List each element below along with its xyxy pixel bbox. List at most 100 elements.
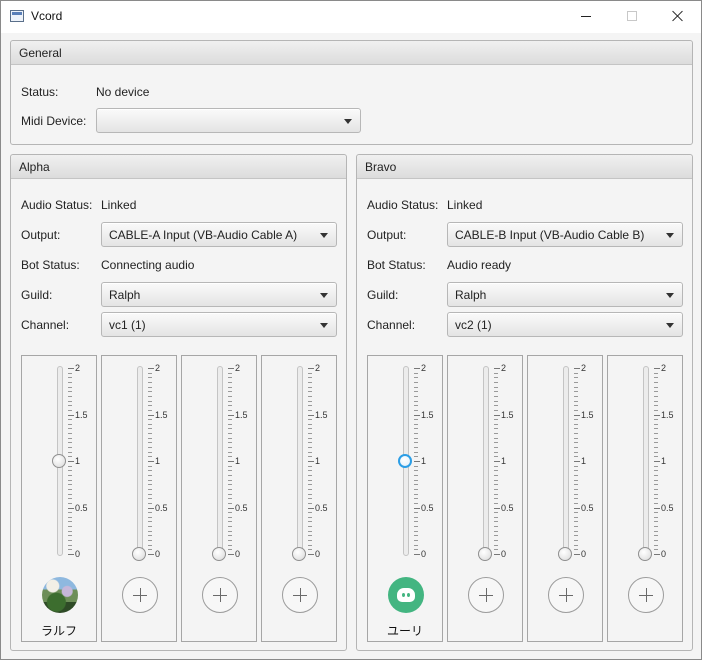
minor-tick [494,498,498,499]
minor-tick [494,531,498,532]
volume-slider-thumb[interactable] [638,547,652,561]
minor-tick [414,517,418,518]
alpha-guild-label: Guild: [21,288,53,302]
alpha-guild-select[interactable]: Ralph [101,282,337,307]
tick-label: 1 [581,456,587,466]
alpha-panel-header: Alpha [11,155,346,179]
minor-tick [414,401,418,402]
minor-tick [68,470,72,471]
add-user-button[interactable] [282,577,318,613]
volume-slider-thumb[interactable] [132,547,146,561]
tick-label: 1 [501,456,507,466]
close-button[interactable] [655,1,701,32]
volume-slider-thumb[interactable] [558,547,572,561]
major-tick [574,368,580,369]
maximize-icon [627,11,637,21]
minor-tick [414,438,418,439]
tick-label: 1.5 [75,410,88,420]
minor-tick [494,401,498,402]
volume-slider-track[interactable] [563,366,569,556]
minor-tick [228,480,232,481]
add-user-button[interactable] [468,577,504,613]
minor-tick [494,512,498,513]
volume-slider-track[interactable] [217,366,223,556]
bravo-strip-3: 2 1.5 1 0.5 0 [527,355,603,642]
alpha-channel-select[interactable]: vc1 (1) [101,312,337,337]
minor-tick [148,549,152,550]
add-user-button[interactable] [548,577,584,613]
tick-label: 0 [661,549,667,559]
minor-tick [414,387,418,388]
midi-device-select[interactable] [96,108,361,133]
maximize-button[interactable] [609,1,655,32]
minor-tick [308,466,312,467]
minor-tick [414,456,418,457]
major-tick [654,508,660,509]
major-tick [68,415,74,416]
minor-tick [654,373,658,374]
minor-tick [228,470,232,471]
minor-tick [148,540,152,541]
tick-label: 1 [661,456,667,466]
minor-tick [414,373,418,374]
alpha-output-select[interactable]: CABLE-A Input (VB-Audio Cable A) [101,222,337,247]
minimize-button[interactable] [563,1,609,32]
volume-slider-track[interactable] [643,366,649,556]
volume-slider-track[interactable] [483,366,489,556]
minor-tick [494,410,498,411]
minor-tick [228,401,232,402]
bravo-guild-select[interactable]: Ralph [447,282,683,307]
minor-tick [574,405,578,406]
user-avatar[interactable] [42,577,78,613]
major-tick [494,554,500,555]
minor-tick [308,535,312,536]
minor-tick [228,545,232,546]
alpha-strip-1: 2 1.5 1 0.5 0 ラルフ [21,355,97,642]
discord-avatar[interactable] [388,577,424,613]
minor-tick [228,447,232,448]
volume-slider-thumb[interactable] [52,454,66,468]
minor-tick [574,452,578,453]
tick-label: 0 [235,549,241,559]
minor-tick [654,387,658,388]
volume-slider-thumb[interactable] [398,454,412,468]
add-user-button[interactable] [122,577,158,613]
minor-tick [574,498,578,499]
volume-slider-thumb[interactable] [292,547,306,561]
minor-tick [414,382,418,383]
volume-slider-track[interactable] [137,366,143,556]
volume-slider-track[interactable] [297,366,303,556]
minor-tick [574,489,578,490]
chevron-down-icon [666,233,674,238]
add-user-button[interactable] [628,577,664,613]
alpha-output-value: CABLE-A Input (VB-Audio Cable A) [109,228,298,242]
major-tick [308,508,314,509]
minor-tick [494,470,498,471]
minor-tick [148,535,152,536]
minor-tick [68,401,72,402]
volume-slider-thumb[interactable] [212,547,226,561]
minor-tick [654,428,658,429]
volume-slider-thumb[interactable] [478,547,492,561]
minor-tick [654,540,658,541]
minor-tick [494,503,498,504]
tick-label: 0 [421,549,427,559]
tick-label: 2 [155,363,161,373]
tick-label: 2 [501,363,507,373]
minor-tick [574,433,578,434]
minor-tick [228,419,232,420]
minor-tick [148,447,152,448]
title-bar[interactable]: Vcord [1,1,701,33]
minor-tick [308,405,312,406]
minor-tick [228,521,232,522]
bravo-output-select[interactable]: CABLE-B Input (VB-Audio Cable B) [447,222,683,247]
alpha-bot-status-label: Bot Status: [21,258,80,272]
minor-tick [414,535,418,536]
bravo-channel-select[interactable]: vc2 (1) [447,312,683,337]
minor-tick [574,517,578,518]
minor-tick [654,512,658,513]
minor-tick [68,531,72,532]
minor-tick [148,531,152,532]
minor-tick [68,475,72,476]
add-user-button[interactable] [202,577,238,613]
